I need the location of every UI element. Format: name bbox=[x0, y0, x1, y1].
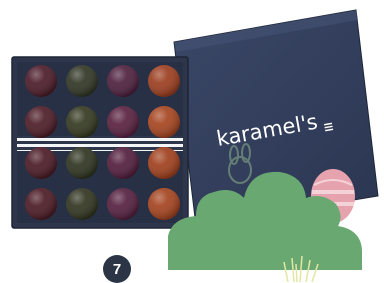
chocolate-shine bbox=[66, 147, 98, 179]
chocolate-shine bbox=[66, 65, 98, 97]
chocolate-shine bbox=[148, 147, 180, 179]
step-number-badge: 7 bbox=[103, 255, 131, 283]
chocolate-shine bbox=[66, 188, 98, 220]
chocolate-shine bbox=[25, 106, 57, 138]
chocolate-shine bbox=[107, 147, 139, 179]
chocolate-shine bbox=[107, 106, 139, 138]
chocolate-shine bbox=[148, 65, 180, 97]
chocolate-shine bbox=[107, 188, 139, 220]
chocolate-shine bbox=[25, 147, 57, 179]
chocolate-shine bbox=[25, 188, 57, 220]
chocolate-box-scene: karamel's bbox=[11, 9, 379, 282]
chocolate-shine bbox=[25, 65, 57, 97]
chocolate-shine bbox=[148, 188, 180, 220]
step-number: 7 bbox=[112, 260, 122, 278]
chocolate-shine bbox=[107, 65, 139, 97]
chocolate-shine bbox=[148, 106, 180, 138]
logo-lines-icon bbox=[324, 122, 334, 132]
chocolate-shine bbox=[66, 106, 98, 138]
